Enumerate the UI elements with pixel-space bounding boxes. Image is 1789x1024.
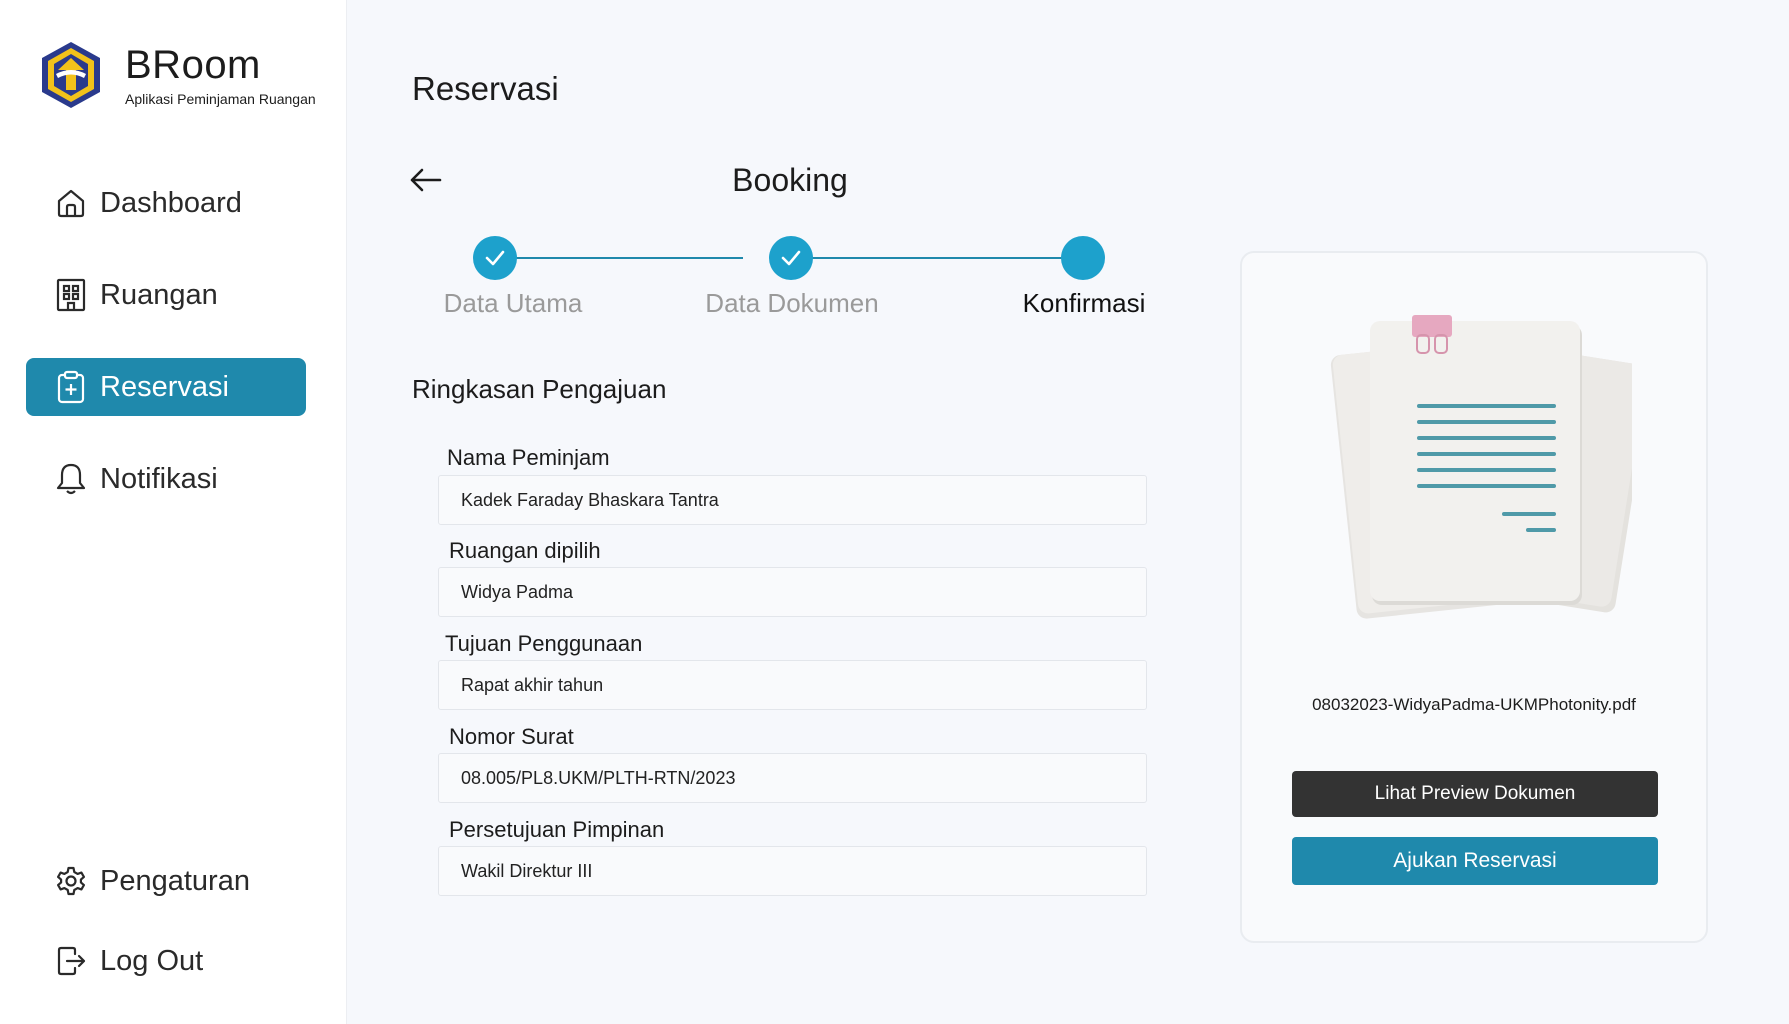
field-ruangan: Widya Padma bbox=[438, 567, 1147, 617]
document-card: 08032023-WidyaPadma-UKMPhotonity.pdf Lih… bbox=[1240, 251, 1708, 943]
sidebar-item-label: Dashboard bbox=[100, 186, 242, 219]
home-icon bbox=[54, 186, 88, 220]
document-stack-icon bbox=[1330, 315, 1632, 619]
sidebar-item-label: Ruangan bbox=[100, 278, 218, 311]
clipboard-plus-icon bbox=[54, 370, 88, 404]
step-data-utama-check-icon[interactable] bbox=[473, 236, 517, 280]
summary-title: Ringkasan Pengajuan bbox=[412, 374, 667, 404]
brand[interactable]: BRoom Aplikasi Peminjaman Ruangan bbox=[36, 40, 316, 110]
booking-title: Booking bbox=[732, 162, 848, 198]
step-data-dokumen-check-icon[interactable] bbox=[769, 236, 813, 280]
sidebar-item-ruangan[interactable]: Ruangan bbox=[26, 266, 306, 324]
sidebar-item-notifikasi[interactable]: Notifikasi bbox=[26, 450, 306, 508]
step-connector bbox=[495, 257, 743, 259]
sidebar-item-label: Log Out bbox=[100, 944, 204, 977]
field-nomor-surat: 08.005/PL8.UKM/PLTH-RTN/2023 bbox=[438, 753, 1147, 803]
step-konfirmasi-dot[interactable] bbox=[1061, 236, 1105, 280]
sidebar-item-reservasi[interactable]: Reservasi bbox=[26, 358, 306, 416]
field-label-nomor-surat: Nomor Surat bbox=[449, 724, 574, 749]
submit-reservation-button[interactable]: Ajukan Reservasi bbox=[1292, 837, 1658, 885]
logout-icon bbox=[54, 944, 88, 978]
step-label-data-utama[interactable]: Data Utama bbox=[444, 288, 583, 319]
field-label-tujuan: Tujuan Penggunaan bbox=[445, 631, 643, 656]
field-persetujuan: Wakil Direktur III bbox=[438, 846, 1147, 896]
sidebar: BRoom Aplikasi Peminjaman Ruangan Dashbo… bbox=[0, 0, 347, 1024]
field-label-persetujuan: Persetujuan Pimpinan bbox=[449, 817, 665, 842]
preview-document-button[interactable]: Lihat Preview Dokumen bbox=[1292, 771, 1658, 817]
building-icon bbox=[54, 278, 88, 312]
sidebar-item-label: Pengaturan bbox=[100, 864, 250, 897]
field-label-nama-peminjam: Nama Peminjam bbox=[447, 445, 610, 470]
step-connector bbox=[787, 257, 1079, 259]
field-nama-peminjam: Kadek Faraday Bhaskara Tantra bbox=[438, 475, 1147, 525]
sidebar-item-logout[interactable]: Log Out bbox=[26, 932, 306, 990]
sidebar-item-label: Notifikasi bbox=[100, 462, 218, 495]
field-tujuan: Rapat akhir tahun bbox=[438, 660, 1147, 710]
step-label-data-dokumen[interactable]: Data Dokumen bbox=[705, 288, 878, 319]
brand-name: BRoom bbox=[125, 43, 261, 87]
broom-logo-icon bbox=[42, 42, 100, 108]
step-label-konfirmasi[interactable]: Konfirmasi bbox=[1023, 288, 1146, 319]
sidebar-item-label: Reservasi bbox=[100, 370, 229, 403]
back-arrow-icon[interactable] bbox=[408, 162, 444, 198]
document-file-name: 08032023-WidyaPadma-UKMPhotonity.pdf bbox=[1312, 695, 1636, 714]
bell-icon bbox=[54, 462, 88, 496]
field-label-ruangan: Ruangan dipilih bbox=[449, 538, 601, 563]
gear-icon bbox=[54, 864, 88, 898]
stepper: Data Utama Data Dokumen Konfirmasi bbox=[410, 234, 1160, 324]
sidebar-item-dashboard[interactable]: Dashboard bbox=[26, 174, 306, 232]
page-title: Reservasi bbox=[412, 70, 559, 107]
brand-subtitle: Aplikasi Peminjaman Ruangan bbox=[125, 91, 316, 107]
sidebar-item-pengaturan[interactable]: Pengaturan bbox=[26, 852, 306, 910]
